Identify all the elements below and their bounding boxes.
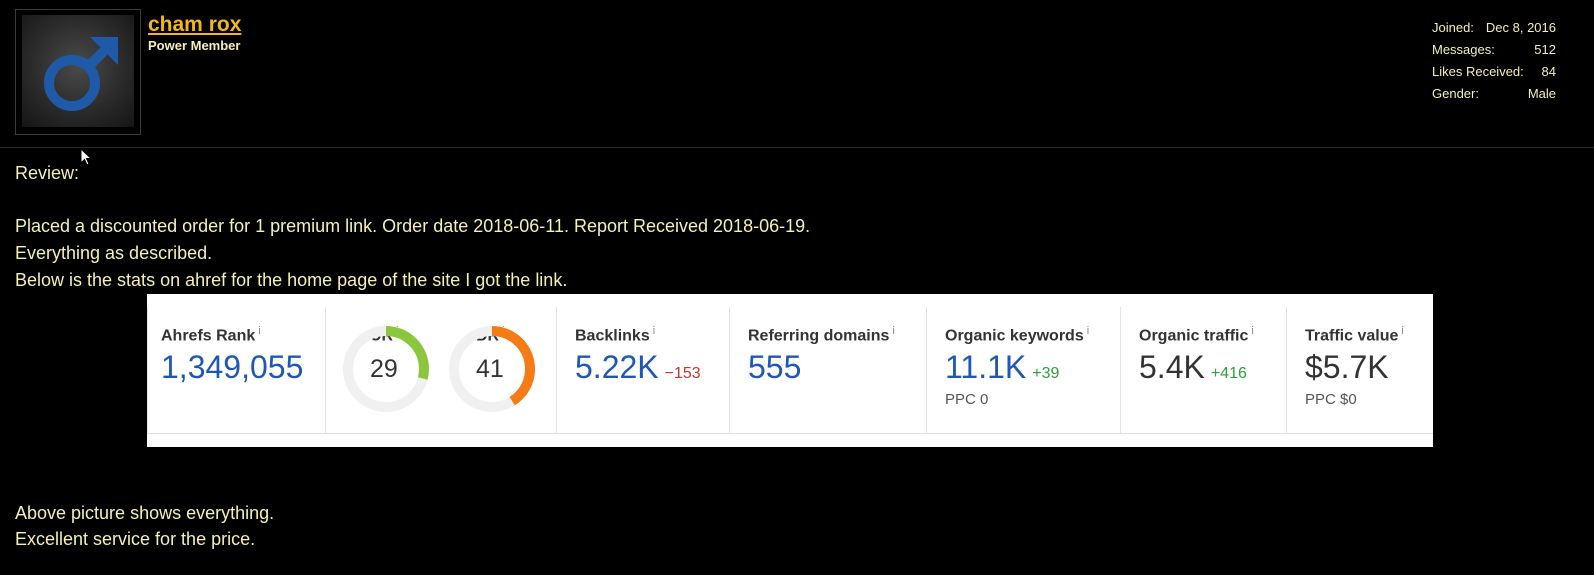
metric-organic-keywords: Organic keywords i 11.1K +39 PPC 0 xyxy=(926,307,1120,433)
post-text: Placed a discounted order for 1 premium … xyxy=(15,216,811,236)
ppc-value: PPC $0 xyxy=(1305,391,1357,408)
stat-messages: Messages: 512 xyxy=(1432,39,1556,61)
metric-label: Organic keywords i xyxy=(945,325,1090,345)
panel-top xyxy=(147,294,1433,307)
post-text: Above picture shows everything. xyxy=(15,503,275,523)
panel-bottom-rule xyxy=(147,433,1433,434)
metric-organic-traffic: Organic traffic i 5.4K +416 xyxy=(1120,307,1286,433)
info-icon: i xyxy=(892,325,895,337)
post-text: Excellent service for the price. xyxy=(15,529,256,549)
metric-label: Traffic value i xyxy=(1305,325,1404,345)
metric-value: 5.4K +416 xyxy=(1139,349,1247,385)
info-icon: i xyxy=(1401,325,1404,337)
stat-label: Likes Received: xyxy=(1432,64,1524,79)
metric-label: Ahrefs Rank i xyxy=(161,325,261,345)
metric-delta: −153 xyxy=(664,365,701,382)
username-link[interactable]: cham rox xyxy=(148,13,241,37)
metric-label: Referring domains i xyxy=(748,325,895,345)
user-stats: Joined: Dec 8, 2016 Messages: 512 Likes … xyxy=(1432,17,1556,105)
metric-traffic-value: Traffic value i $5.7K PPC $0 xyxy=(1286,307,1433,433)
metric-value: 11.1K +39 xyxy=(945,349,1060,385)
stat-label: Gender: xyxy=(1432,86,1479,101)
dr-value: 41 xyxy=(476,355,504,383)
stat-label: Joined: xyxy=(1432,20,1474,35)
male-symbol-icon xyxy=(44,37,118,111)
post-divider xyxy=(0,147,1594,148)
metric-value: 5.22K −153 xyxy=(575,349,701,385)
post-heading: Review: xyxy=(15,163,80,183)
stat-likes: Likes Received: 84 xyxy=(1432,61,1556,83)
post-text: Everything as described. xyxy=(15,243,213,263)
avatar-image[interactable] xyxy=(22,15,134,127)
metric-delta: +39 xyxy=(1032,365,1060,382)
metric-value: 1,349,055 xyxy=(161,349,304,385)
ur-value: 29 xyxy=(370,355,398,383)
info-icon: i xyxy=(652,325,656,337)
avatar[interactable] xyxy=(15,9,141,135)
metric-value: 555 xyxy=(748,349,802,385)
ppc-value: PPC 0 xyxy=(945,391,989,408)
stat-joined: Joined: Dec 8, 2016 xyxy=(1432,17,1556,39)
metric-ahrefs-rank: Ahrefs Rank i 1,349,055 xyxy=(147,307,325,433)
metric-label: Organic traffic i xyxy=(1139,325,1254,345)
stat-value: Dec 8, 2016 xyxy=(1485,20,1556,35)
metric-ur-dr: UR i DR i 29 41 xyxy=(325,307,556,433)
info-icon: i xyxy=(1086,325,1090,337)
stat-value[interactable]: 512 xyxy=(1534,39,1556,61)
info-icon: i xyxy=(258,325,261,337)
mouse-cursor-icon xyxy=(80,148,93,166)
post-text: Below is the stats on ahref for the home… xyxy=(15,270,568,290)
user-title: Power Member xyxy=(148,38,241,53)
metric-label: Backlinks i xyxy=(575,325,656,345)
metric-delta: +416 xyxy=(1210,365,1247,382)
stat-gender: Gender: Male xyxy=(1432,83,1556,105)
info-icon: i xyxy=(1251,325,1254,337)
metric-referring-domains: Referring domains i 555 xyxy=(729,307,926,433)
metric-backlinks: Backlinks i 5.22K −153 xyxy=(556,307,729,433)
stat-label: Messages: xyxy=(1432,42,1495,57)
ahrefs-stats-image: Ahrefs Rank i 1,349,055 UR i DR i 29 41 Bac… xyxy=(147,294,1433,447)
metric-value: $5.7K xyxy=(1305,349,1389,385)
stat-value: Male xyxy=(1527,86,1556,101)
stat-value: 84 xyxy=(1541,64,1556,79)
